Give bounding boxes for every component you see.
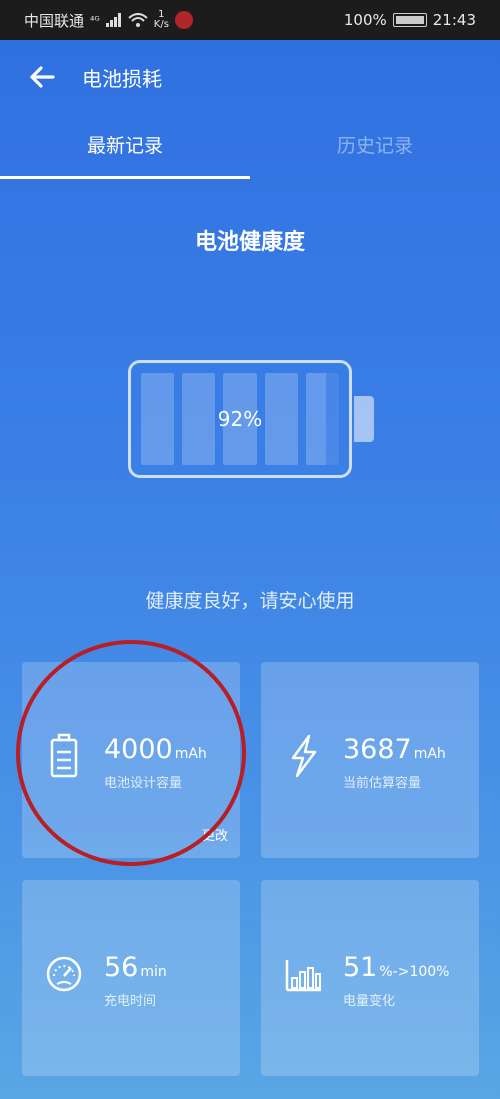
estimated-capacity-label: 当前估算容量 [343,776,422,791]
health-status-text: 健康度良好，请安心使用 [145,590,355,612]
battery-percent-label: 100% [343,11,387,29]
app-bar: 电池损耗 [0,40,500,114]
charge-change-card: 51 %->100% 电量变化 [261,880,479,1076]
battery-terminal [354,396,374,442]
bar-chart-icon [285,960,321,992]
charge-change-label: 电量变化 [343,994,396,1009]
charge-change-value: 51 %->100% [343,952,449,983]
battery-health-percent: 92% [217,407,263,431]
wifi-icon [128,13,148,27]
tab-latest-records[interactable]: 最新记录 [0,118,250,182]
estimated-capacity-number: 3687 [343,734,412,765]
charge-time-card: 56 min 充电时间 [22,880,240,1076]
notification-app-icon [174,11,193,29]
network-speed: 1 K/s [154,10,169,30]
charge-time-value: 56 min [104,952,167,983]
estimated-capacity-unit: mAh [413,746,446,762]
charge-time-label: 充电时间 [104,994,157,1009]
estimated-capacity-value: 3687 mAh [343,734,446,765]
network-indicator: ⁴ᴳ [90,13,100,27]
charge-time-number: 56 [104,952,139,983]
lightning-icon [291,734,317,778]
status-left: 中国联通 ⁴ᴳ 1 K/s [24,10,193,31]
speed-unit: K/s [153,19,169,30]
page-title: 电池损耗 [82,66,162,91]
status-bar: 中国联通 ⁴ᴳ 1 K/s 100% 21:43 [0,0,500,40]
back-button[interactable] [22,57,62,97]
battery-health-title: 电池健康度 [194,230,305,255]
signal-icon [105,13,121,27]
charge-change-unit: %->100% [379,964,450,980]
estimated-capacity-card: 3687 mAh 当前估算容量 [261,662,479,858]
arrow-left-icon [30,66,55,88]
battery-status-icon [392,13,427,27]
speedometer-icon [46,956,82,992]
charge-change-number: 51 [343,952,378,983]
tab-bar: 最新记录 历史记录 [0,118,500,182]
clock: 21:43 [432,11,476,29]
carrier-label: 中国联通 [24,11,85,30]
status-right: 100% 21:43 [344,11,476,29]
charge-time-unit: min [140,964,167,980]
tab-history-records[interactable]: 历史记录 [250,118,500,182]
